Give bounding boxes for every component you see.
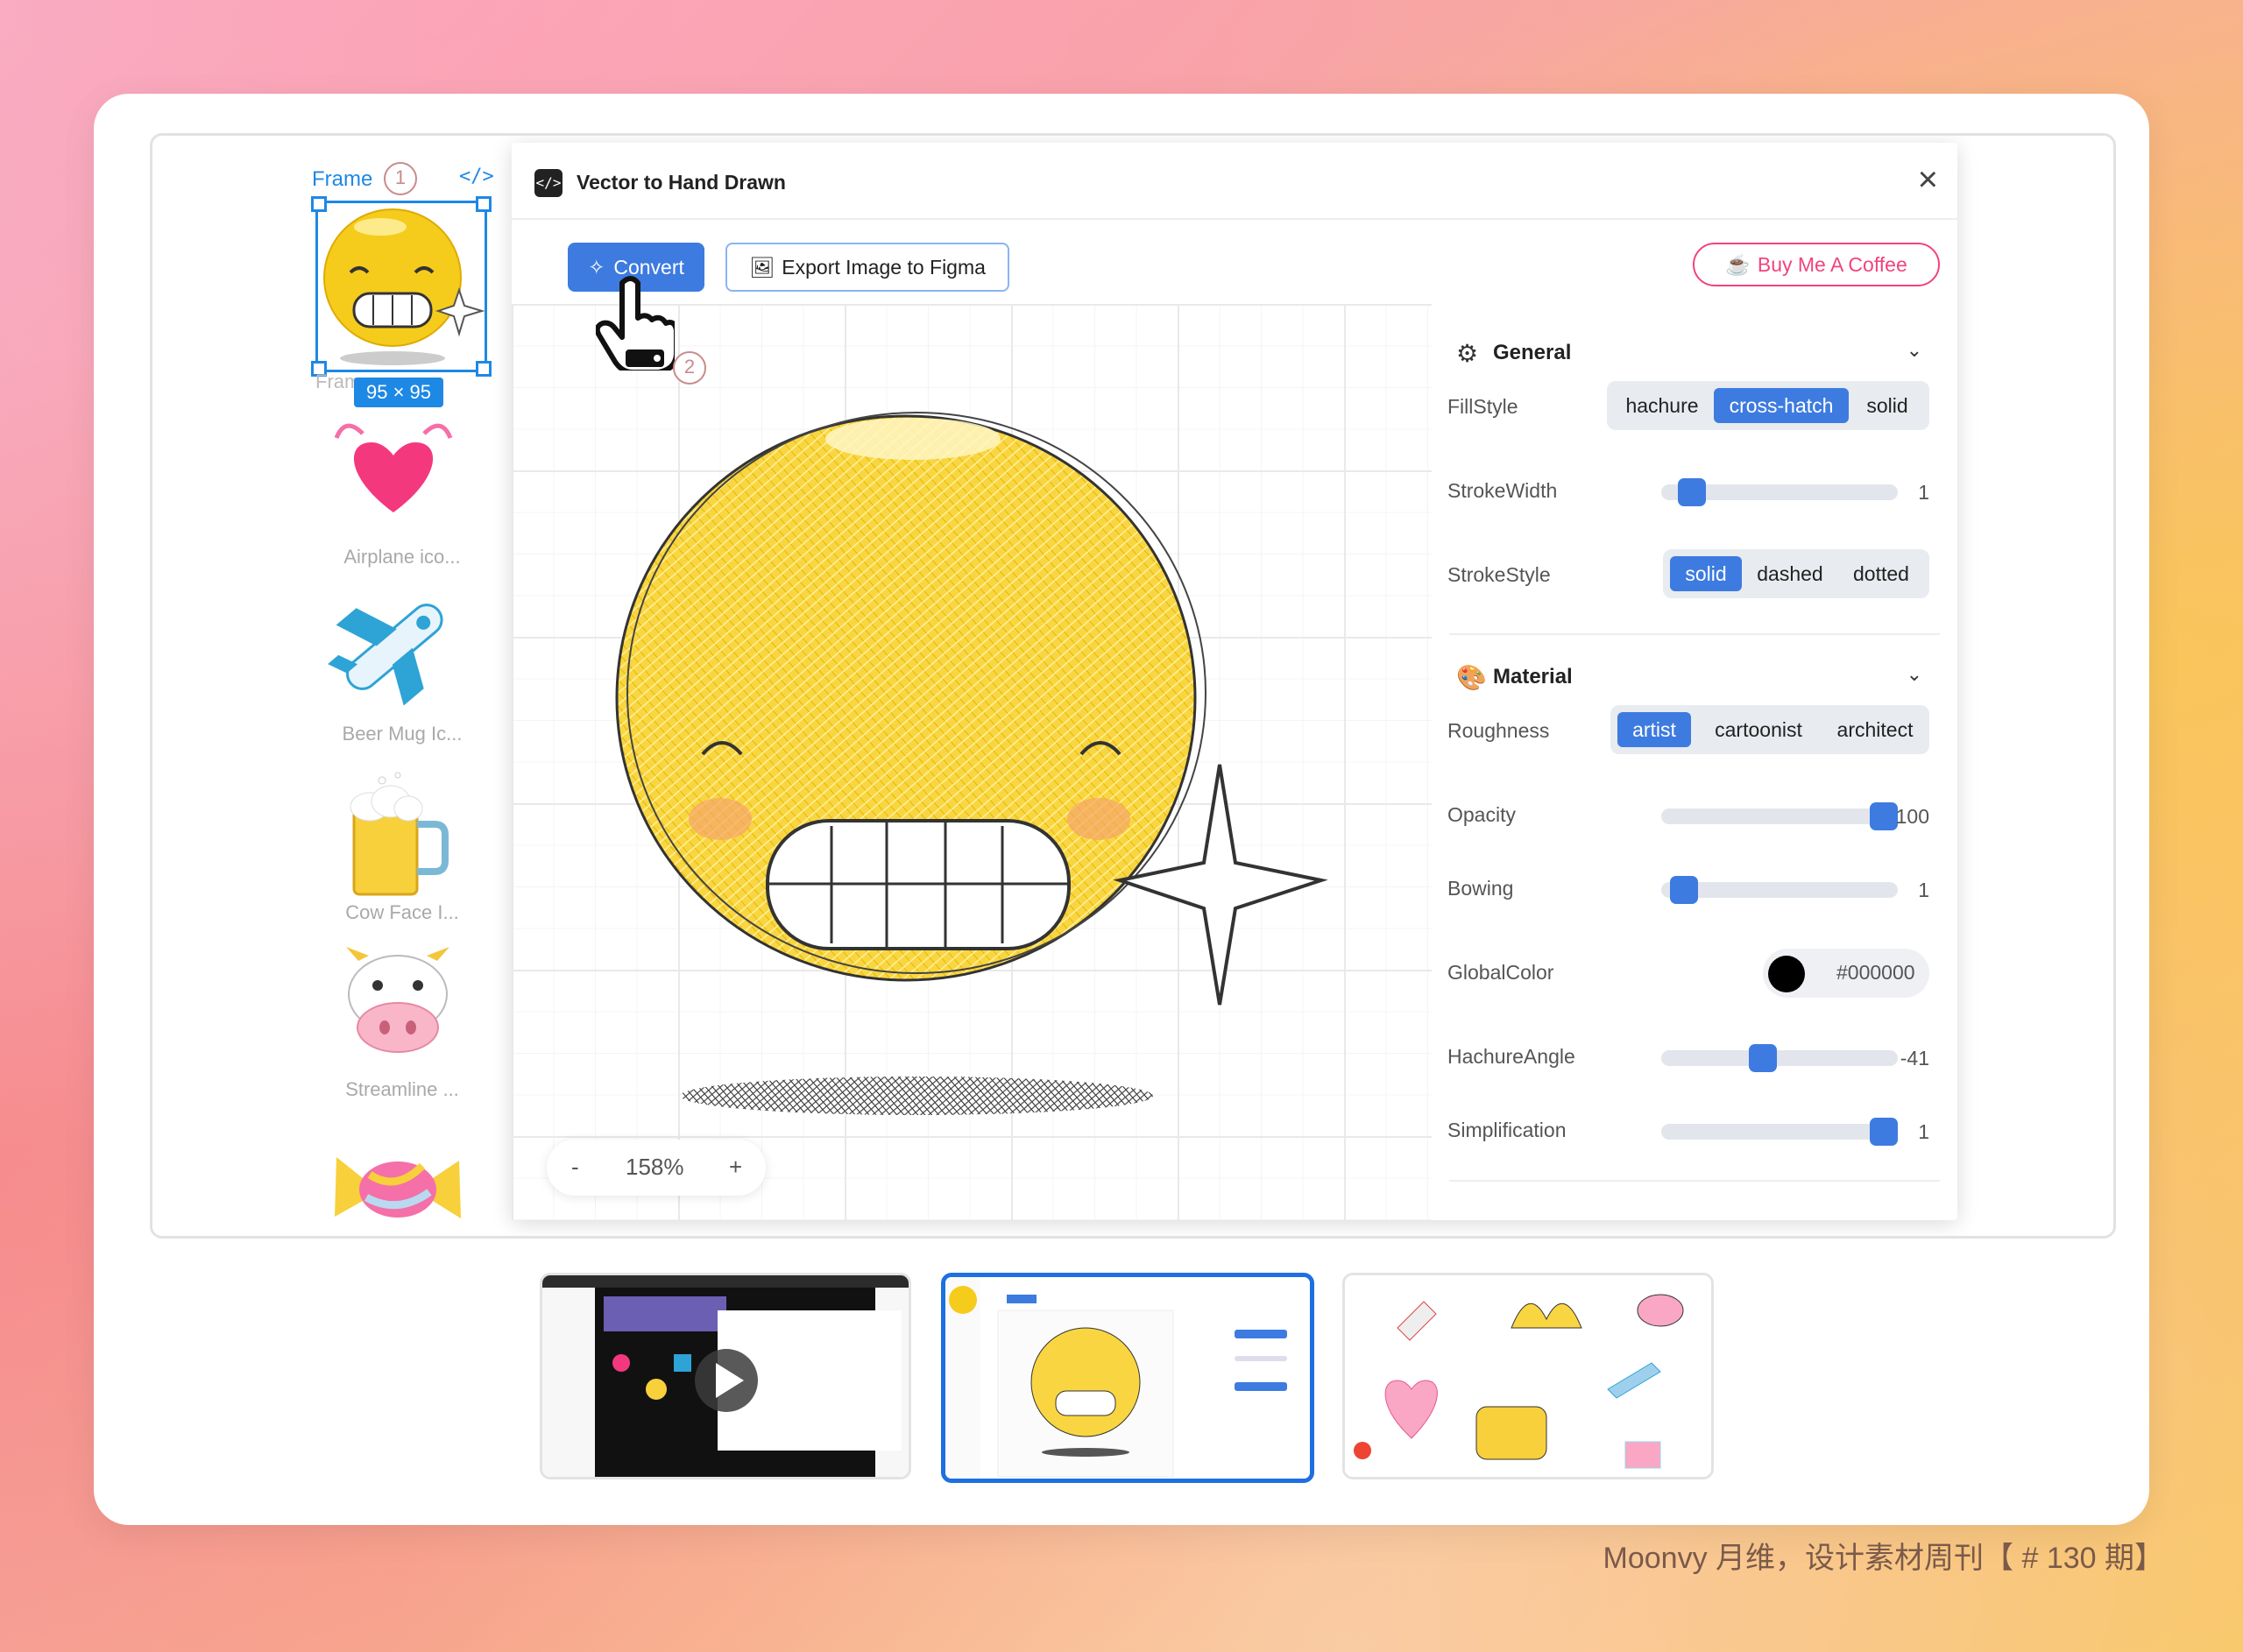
preview-canvas[interactable]: - 158% +	[512, 304, 1432, 1220]
close-icon[interactable]: ×	[1918, 160, 1938, 200]
layer-name[interactable]: Streamline ...	[293, 1078, 512, 1101]
main-screenshot: Frame 1 </> Frame 95 × 95 Airplane ico..…	[150, 133, 2116, 1239]
buy-me-a-coffee-button[interactable]: ☕ Buy Me A Coffee	[1693, 243, 1940, 286]
simplification-value: 1	[1918, 1120, 1929, 1143]
opacity-value: 100	[1895, 805, 1929, 828]
roughness-option[interactable]: architect	[1826, 712, 1924, 747]
section-divider	[1449, 633, 1940, 635]
export-image-button[interactable]: 🖼 Export Image to Figma	[725, 243, 1009, 292]
step-two-badge: 2	[673, 351, 706, 385]
general-section-header[interactable]: ⚙ General ⌄	[1449, 337, 1940, 372]
thumbnail-hand-drawn-gallery[interactable]	[1342, 1273, 1714, 1479]
beer-mug-icon[interactable]	[336, 763, 450, 903]
settings-panel: ⚙ General ⌄ FillStyle hachure cross-hatc…	[1440, 304, 1940, 1215]
gear-icon: ⚙	[1456, 340, 1479, 367]
globalcolor-label: GlobalColor	[1447, 961, 1554, 984]
resize-handle[interactable]	[476, 361, 492, 377]
strokestyle-option[interactable]: dashed	[1745, 556, 1835, 591]
candy-icon[interactable]	[328, 1140, 468, 1236]
section-divider	[1449, 1180, 1940, 1182]
size-badge: 95 × 95	[354, 378, 444, 407]
hachureangle-slider[interactable]	[1661, 1044, 1898, 1072]
gallery-thumbnail-preview	[1345, 1275, 1711, 1477]
chevron-down-icon[interactable]: ⌄	[1907, 339, 1922, 362]
frame-label[interactable]: Frame	[312, 167, 372, 192]
roughness-option[interactable]: artist	[1617, 712, 1691, 747]
footer-caption: Moonvy 月维，设计素材周刊【 # 130 期】	[1603, 1542, 2164, 1575]
zoom-in-button[interactable]: +	[729, 1154, 742, 1181]
material-section-header[interactable]: 🎨 Material ⌄	[1449, 661, 1940, 696]
simplification-label: Simplification	[1447, 1119, 1567, 1141]
thumbnail-video[interactable]	[540, 1273, 911, 1479]
simplification-slider[interactable]	[1661, 1118, 1898, 1146]
plugin-dialog: </> Vector to Hand Drawn × ✧ Convert 🖼 Exp…	[512, 143, 1957, 1220]
thumbnail-plugin-screenshot[interactable]	[941, 1273, 1314, 1483]
layer-name[interactable]: Beer Mug Ic...	[293, 723, 512, 745]
palette-icon: 🎨	[1456, 664, 1487, 691]
material-title: Material	[1493, 665, 1573, 688]
opacity-label: Opacity	[1447, 803, 1516, 826]
bowing-value: 1	[1918, 879, 1929, 901]
fillstyle-option[interactable]: solid	[1852, 388, 1922, 423]
airplane-icon[interactable]	[328, 584, 459, 707]
layer-name[interactable]: Airplane ico...	[293, 546, 512, 568]
coffee-label: Buy Me A Coffee	[1757, 253, 1907, 276]
globalcolor-value: #000000	[1836, 961, 1915, 984]
cow-face-icon[interactable]	[332, 943, 463, 1057]
color-swatch[interactable]	[1768, 956, 1805, 992]
hand-drawn-preview	[615, 412, 1328, 1115]
hand-pointer-icon	[596, 276, 675, 371]
bowing-label: Bowing	[1447, 877, 1514, 900]
resize-handle[interactable]	[476, 196, 492, 212]
roughness-label: Roughness	[1447, 719, 1550, 742]
plugin-thumbnail-preview	[945, 1277, 1310, 1479]
slider-knob[interactable]	[1748, 1044, 1777, 1072]
slider-knob[interactable]	[1870, 1118, 1898, 1146]
coffee-cup-icon: ☕	[1725, 253, 1751, 276]
slider-knob[interactable]	[1678, 478, 1707, 506]
fillstyle-label: FillStyle	[1447, 395, 1518, 418]
resize-handle[interactable]	[311, 196, 327, 212]
fillstyle-option[interactable]: cross-hatch	[1714, 388, 1849, 423]
layers-panel: Frame 1 </> Frame 95 × 95 Airplane ico..…	[152, 136, 512, 1236]
zoom-control: - 158% +	[547, 1140, 766, 1196]
layer-name[interactable]: Cow Face I...	[293, 901, 512, 924]
heart-icon[interactable]	[328, 407, 459, 521]
hachureangle-value: -41	[1900, 1047, 1929, 1070]
globalcolor-picker[interactable]: #000000	[1763, 949, 1929, 998]
strokewidth-slider[interactable]	[1661, 478, 1898, 506]
slider-knob[interactable]	[1870, 802, 1898, 830]
zoom-out-button[interactable]: -	[571, 1154, 579, 1181]
strokestyle-label: StrokeStyle	[1447, 563, 1551, 586]
roughness-segmented: artist cartoonist architect	[1610, 705, 1929, 754]
image-icon: 🖼	[749, 256, 775, 279]
dialog-title: Vector to Hand Drawn	[577, 171, 786, 194]
hachureangle-label: HachureAngle	[1447, 1045, 1575, 1068]
strokestyle-segmented: solid dashed dotted	[1663, 549, 1929, 598]
slider-knob[interactable]	[1669, 876, 1698, 904]
frame-header: Frame 1 </>	[312, 162, 494, 197]
fillstyle-segmented: hachure cross-hatch solid	[1607, 381, 1929, 430]
zoom-level: 158%	[626, 1154, 684, 1180]
general-title: General	[1493, 341, 1572, 364]
export-label: Export Image to Figma	[782, 256, 986, 279]
video-thumbnail-preview	[542, 1275, 909, 1477]
bowing-slider[interactable]	[1661, 876, 1898, 904]
dialog-header: </> Vector to Hand Drawn ×	[512, 143, 1957, 220]
fillstyle-option[interactable]: hachure	[1614, 388, 1710, 423]
selection-box	[311, 196, 492, 377]
step-one-badge: 1	[384, 162, 417, 195]
strokewidth-label: StrokeWidth	[1447, 479, 1558, 502]
plugin-logo-icon: </>	[534, 169, 563, 197]
strokewidth-value: 1	[1918, 481, 1929, 504]
opacity-slider[interactable]	[1661, 802, 1898, 830]
chevron-down-icon[interactable]: ⌄	[1907, 663, 1922, 686]
strokestyle-option[interactable]: solid	[1670, 556, 1742, 591]
code-icon[interactable]: </>	[459, 166, 494, 187]
showcase-card: Frame 1 </> Frame 95 × 95 Airplane ico..…	[94, 94, 2149, 1525]
roughness-option[interactable]: cartoonist	[1695, 712, 1822, 747]
strokestyle-option[interactable]: dotted	[1838, 556, 1924, 591]
